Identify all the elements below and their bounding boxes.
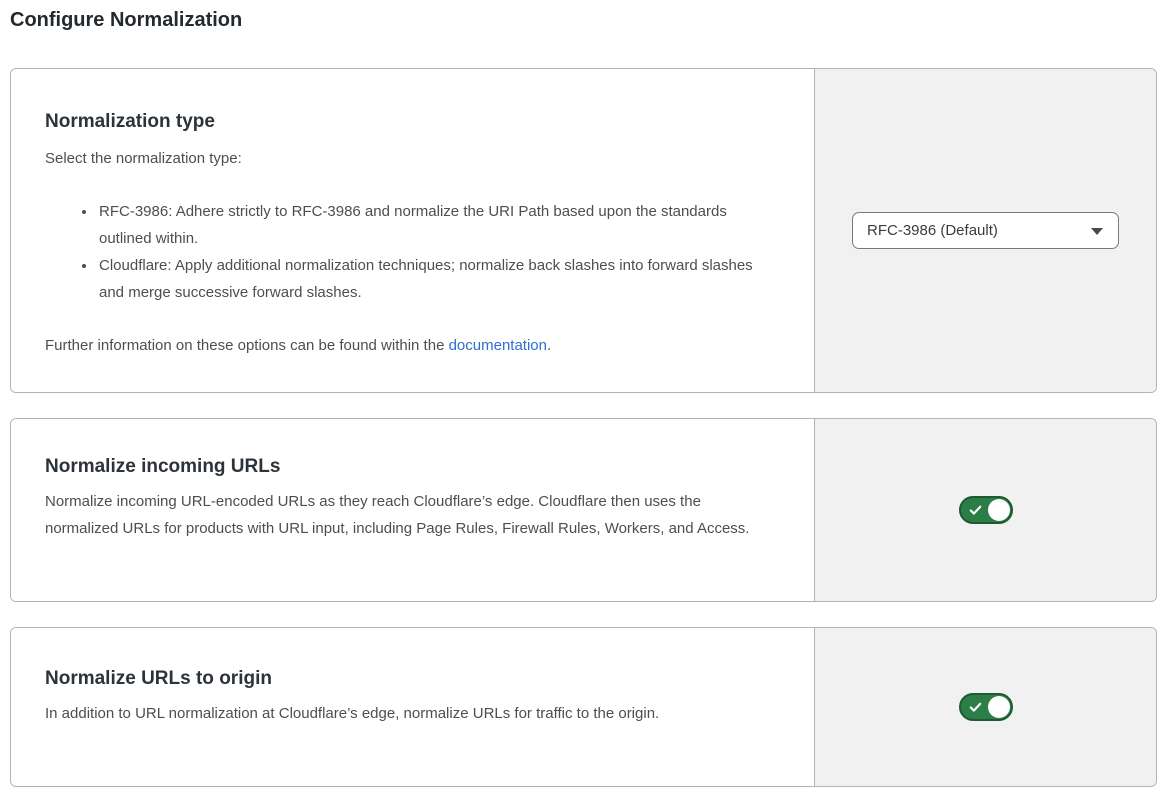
normalize-urls-to-origin-description: In addition to URL normalization at Clou… [45, 700, 769, 727]
card-normalize-urls-to-origin: Normalize URLs to origin In addition to … [10, 627, 1157, 787]
card-normalize-incoming-urls-control-panel [814, 419, 1156, 601]
bullet-cloudflare: Cloudflare: Apply additional normalizati… [97, 252, 769, 306]
page-title: Configure Normalization [10, 8, 1157, 32]
check-icon [968, 503, 983, 518]
documentation-link[interactable]: documentation [449, 337, 547, 354]
configure-normalization-page: Configure Normalization Normalization ty… [0, 0, 1167, 797]
normalize-incoming-urls-description: Normalize incoming URL-encoded URLs as t… [45, 488, 769, 542]
card-normalization-type-control-panel: RFC-3986 (Default) [814, 69, 1156, 392]
normalization-type-title: Normalization type [45, 69, 769, 133]
card-normalization-type: Normalization type Select the normalizat… [10, 68, 1157, 393]
card-normalize-urls-to-origin-control-panel [814, 628, 1156, 786]
chevron-down-icon [1091, 228, 1103, 235]
card-normalize-incoming-urls-content: Normalize incoming URLs Normalize incomi… [11, 419, 814, 601]
card-normalize-incoming-urls: Normalize incoming URLs Normalize incomi… [10, 418, 1157, 602]
normalization-type-select-value: RFC-3986 (Default) [867, 222, 998, 239]
normalize-urls-to-origin-title: Normalize URLs to origin [45, 628, 769, 690]
footer-text-before-link: Further information on these options can… [45, 337, 449, 354]
normalization-type-select[interactable]: RFC-3986 (Default) [852, 212, 1119, 249]
toggle-normalize-urls-to-origin[interactable] [959, 693, 1013, 721]
bullet-rfc-3986: RFC-3986: Adhere strictly to RFC-3986 an… [97, 198, 769, 252]
toggle-knob [988, 499, 1010, 521]
normalize-incoming-urls-title: Normalize incoming URLs [45, 419, 769, 478]
normalization-type-footer: Further information on these options can… [45, 332, 769, 359]
check-icon [968, 700, 983, 715]
normalization-type-intro: Select the normalization type: [45, 145, 769, 172]
normalization-type-options-list: RFC-3986: Adhere strictly to RFC-3986 an… [45, 198, 769, 306]
card-normalization-type-content: Normalization type Select the normalizat… [11, 69, 814, 392]
toggle-normalize-incoming-urls[interactable] [959, 496, 1013, 524]
footer-text-after-link: . [547, 337, 551, 354]
card-normalize-urls-to-origin-content: Normalize URLs to origin In addition to … [11, 628, 814, 786]
toggle-knob [988, 696, 1010, 718]
